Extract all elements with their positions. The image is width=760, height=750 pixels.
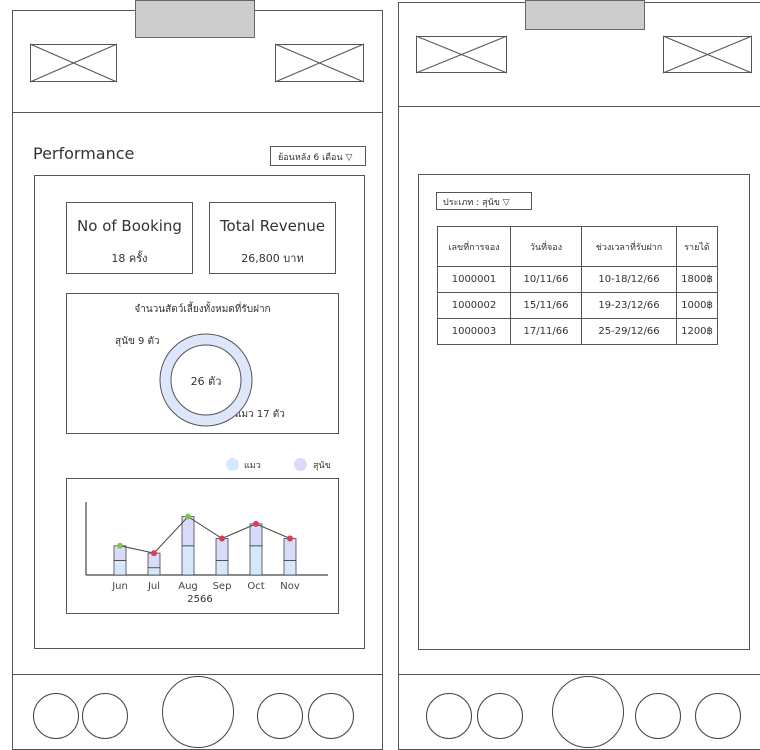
left-nav-button-5[interactable] xyxy=(308,693,354,739)
left-nav-home-button[interactable] xyxy=(162,676,234,748)
left-header-image-placeholder-icon[interactable] xyxy=(274,43,365,83)
left-nav-button-1[interactable] xyxy=(33,693,79,739)
table-row[interactable]: 1000001 10/11/66 10-18/12/66 1800฿ xyxy=(437,266,718,293)
bar-dog-oct xyxy=(249,523,263,547)
stay-period-cell: 19-23/12/66 xyxy=(581,292,677,319)
booking-card: No of Booking 18 ครั้ง xyxy=(66,202,193,274)
bar-cat-jul xyxy=(147,567,161,576)
col-header-revenue: รายได้ xyxy=(676,226,718,267)
col-header-booking-id: เลขที่การจอง xyxy=(437,226,511,267)
left-notch xyxy=(135,0,255,38)
bar-dog-nov xyxy=(283,538,297,561)
bookings-table: เลขที่การจอง วันที่จอง ช่วงเวลาที่รับฝาก… xyxy=(437,226,718,345)
type-filter-label: ประเภท : สุนัข ▽ xyxy=(443,198,510,208)
right-nav-home-button[interactable] xyxy=(552,676,624,748)
legend-cat-label: แมว xyxy=(244,461,261,471)
booking-date-cell: 15/11/66 xyxy=(510,292,582,319)
x-tick-label: Nov xyxy=(280,581,300,592)
col-header-booking-date: วันที่จอง xyxy=(510,226,582,267)
booking-card-value: 18 ครั้ง xyxy=(111,252,148,265)
x-tick-label: Sep xyxy=(213,581,232,592)
right-header-divider xyxy=(398,106,760,107)
right-nav-button-2[interactable] xyxy=(477,693,523,739)
revenue-cell: 1200฿ xyxy=(676,318,718,345)
trend-point xyxy=(253,520,259,527)
booking-id-cell: 1000003 xyxy=(437,318,511,345)
booking-id-cell: 1000002 xyxy=(437,292,511,319)
period-dropdown-label: ย้อนหลัง 6 เดือน ▽ xyxy=(278,153,353,163)
left-header-divider xyxy=(12,112,383,113)
total-trend-line xyxy=(119,515,291,554)
trend-point xyxy=(151,550,157,557)
x-tick-label: Jul xyxy=(147,581,160,592)
booking-id-cell: 1000001 xyxy=(437,266,511,293)
bar-cat-jun xyxy=(113,560,127,576)
legend-dog-label: สุนัข xyxy=(313,461,331,471)
right-header-image-placeholder-icon[interactable] xyxy=(662,35,753,74)
right-nav-button-4[interactable] xyxy=(635,693,681,739)
booking-date-cell: 17/11/66 xyxy=(510,318,582,345)
left-logo-placeholder-icon xyxy=(29,43,118,83)
bar-dog-sep xyxy=(215,538,229,561)
chart-x-axis-label: 2566 xyxy=(187,594,213,605)
bar-cat-oct xyxy=(249,545,263,576)
revenue-cell: 1800฿ xyxy=(676,266,718,293)
col-header-stay-period: ช่วงเวลาที่รับฝาก xyxy=(581,226,677,267)
stay-period-cell: 10-18/12/66 xyxy=(581,266,677,293)
pets-total: 26 ตัว xyxy=(190,375,222,388)
revenue-cell: 1000฿ xyxy=(676,292,718,319)
right-nav-button-1[interactable] xyxy=(426,693,472,739)
bar-cat-sep xyxy=(215,560,229,576)
revenue-card: Total Revenue 26,800 บาท xyxy=(209,202,336,274)
page-title: Performance xyxy=(33,144,135,163)
type-filter-dropdown[interactable]: ประเภท : สุนัข ▽ xyxy=(436,192,532,210)
right-nav-button-5[interactable] xyxy=(695,693,741,739)
booking-date-cell: 10/11/66 xyxy=(510,266,582,293)
revenue-card-title: Total Revenue xyxy=(219,217,326,235)
x-tick-label: Jun xyxy=(111,581,128,592)
trend-point xyxy=(219,535,225,542)
legend-dog-swatch xyxy=(294,458,307,471)
table-row[interactable]: 1000003 17/11/66 25-29/12/66 1200฿ xyxy=(437,318,718,345)
pets-card-title: จำนวนสัตว์เลี้ยงทั้งหมดที่รับฝาก xyxy=(134,304,271,315)
legend-cat-swatch xyxy=(226,458,239,471)
booking-card-title: No of Booking xyxy=(77,217,182,235)
bar-cat-aug xyxy=(181,545,195,576)
revenue-card-value: 26,800 บาท xyxy=(241,252,304,265)
bar-cat-nov xyxy=(283,560,297,576)
left-footer-divider xyxy=(12,674,383,675)
right-footer-divider xyxy=(398,674,760,675)
period-dropdown[interactable]: ย้อนหลัง 6 เดือน ▽ xyxy=(270,146,366,166)
trend-point xyxy=(117,542,123,549)
table-row[interactable]: 1000002 15/11/66 19-23/12/66 1000฿ xyxy=(437,292,718,319)
dog-count-label: สุนัข 9 ตัว xyxy=(115,336,160,347)
trend-point xyxy=(185,513,191,520)
stay-period-cell: 25-29/12/66 xyxy=(581,318,677,345)
left-nav-button-2[interactable] xyxy=(82,693,128,739)
x-tick-label: Oct xyxy=(247,581,264,592)
table-header-row: เลขที่การจอง วันที่จอง ช่วงเวลาที่รับฝาก… xyxy=(437,226,718,267)
x-tick-label: Aug xyxy=(178,581,198,592)
right-notch xyxy=(525,0,645,30)
left-nav-button-4[interactable] xyxy=(257,693,303,739)
right-logo-placeholder-icon xyxy=(415,35,508,74)
trend-point xyxy=(287,535,293,542)
